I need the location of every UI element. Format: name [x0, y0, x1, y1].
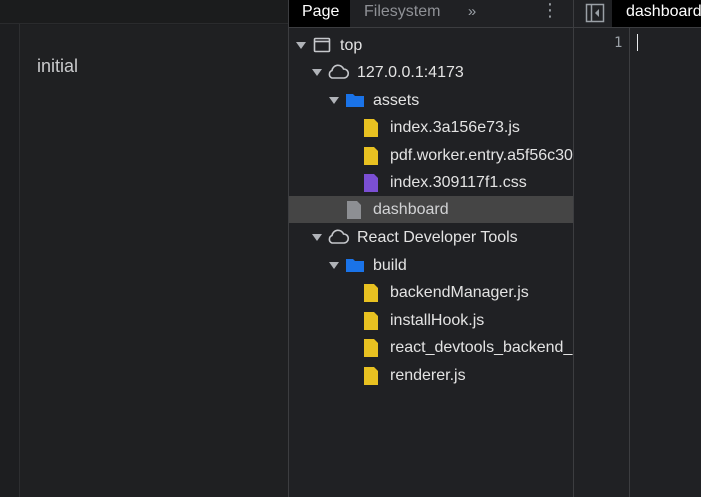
js-file-icon: [364, 339, 378, 357]
tree-item-file[interactable]: index.3a156e73.js: [289, 114, 574, 141]
text-caret[interactable]: [637, 34, 638, 51]
tree-label-top: top: [340, 37, 363, 54]
page-preview-panel: initial: [0, 0, 288, 497]
tree-label-dashboard: dashboard: [373, 201, 449, 218]
tree-item-dashboard[interactable]: dashboard: [289, 196, 574, 223]
expand-arrow-icon[interactable]: [312, 69, 322, 76]
css-file-icon: [364, 174, 378, 192]
tree-label-file: react_devtools_backend_c: [390, 339, 574, 356]
tree-item-file[interactable]: installHook.js: [289, 307, 574, 334]
tab-page[interactable]: Page: [289, 0, 350, 27]
page-preview-header: [0, 0, 288, 24]
js-file-icon: [364, 312, 378, 330]
page-initial-text: initial: [37, 56, 79, 76]
tree-label-build: build: [373, 257, 407, 274]
page-preview-content: [20, 25, 288, 497]
tree-item-top[interactable]: top: [289, 32, 574, 59]
tree-item-file[interactable]: renderer.js: [289, 362, 574, 389]
js-file-icon: [364, 284, 378, 302]
js-file-icon: [364, 119, 378, 137]
cloud-icon: [328, 229, 350, 244]
editor-tabbar: dashboard: [574, 0, 701, 28]
sources-navigator: Page Filesystem » ⋮ top 127.0.0.1:4173 a…: [288, 0, 574, 497]
expand-arrow-icon[interactable]: [296, 42, 306, 49]
devtools-root: initial Page Filesystem » ⋮ top 127.0.0.…: [0, 0, 701, 497]
tree-label-file: installHook.js: [390, 312, 485, 329]
js-file-icon: [364, 367, 378, 385]
tree-item-file[interactable]: react_devtools_backend_c: [289, 334, 574, 361]
document-icon: [347, 201, 361, 219]
cloud-icon: [328, 64, 350, 79]
folder-icon: [346, 94, 364, 107]
editor-gutter: [629, 28, 630, 497]
tree-label-file: renderer.js: [390, 367, 466, 384]
expand-arrow-icon[interactable]: [312, 234, 322, 241]
expand-arrow-icon[interactable]: [329, 262, 339, 269]
line-number: 1: [614, 35, 623, 51]
more-options-icon[interactable]: ⋮: [541, 0, 559, 27]
tree-item-assets[interactable]: assets: [289, 87, 574, 114]
tree-item-file[interactable]: index.309117f1.css: [289, 169, 574, 196]
tree-item-origin[interactable]: 127.0.0.1:4173: [289, 59, 574, 86]
expand-arrow-icon[interactable]: [329, 97, 339, 104]
frame-icon: [313, 37, 331, 53]
toggle-navigator-icon[interactable]: [584, 2, 606, 24]
code-editor: dashboard 1: [573, 0, 701, 497]
tree-item-extension[interactable]: React Developer Tools: [289, 224, 574, 251]
editor-file-tab[interactable]: dashboard: [612, 0, 701, 27]
tree-label-file: index.309117f1.css: [390, 174, 527, 191]
folder-icon: [346, 259, 364, 272]
tree-label-file: index.3a156e73.js: [390, 119, 520, 136]
tree-item-file[interactable]: pdf.worker.entry.a5f56c30: [289, 142, 574, 169]
js-file-icon: [364, 147, 378, 165]
more-tabs-icon[interactable]: »: [461, 0, 483, 27]
navigator-tabbar: Page Filesystem » ⋮: [289, 0, 574, 28]
tree-label-extension: React Developer Tools: [357, 229, 518, 246]
tree-item-build[interactable]: build: [289, 252, 574, 279]
tree-label-file: pdf.worker.entry.a5f56c30: [390, 147, 573, 164]
tab-filesystem[interactable]: Filesystem: [351, 0, 451, 27]
tree-label-file: backendManager.js: [390, 284, 529, 301]
tree-item-file[interactable]: backendManager.js: [289, 279, 574, 306]
tree-label-origin: 127.0.0.1:4173: [357, 64, 464, 81]
tree-label-assets: assets: [373, 92, 420, 109]
